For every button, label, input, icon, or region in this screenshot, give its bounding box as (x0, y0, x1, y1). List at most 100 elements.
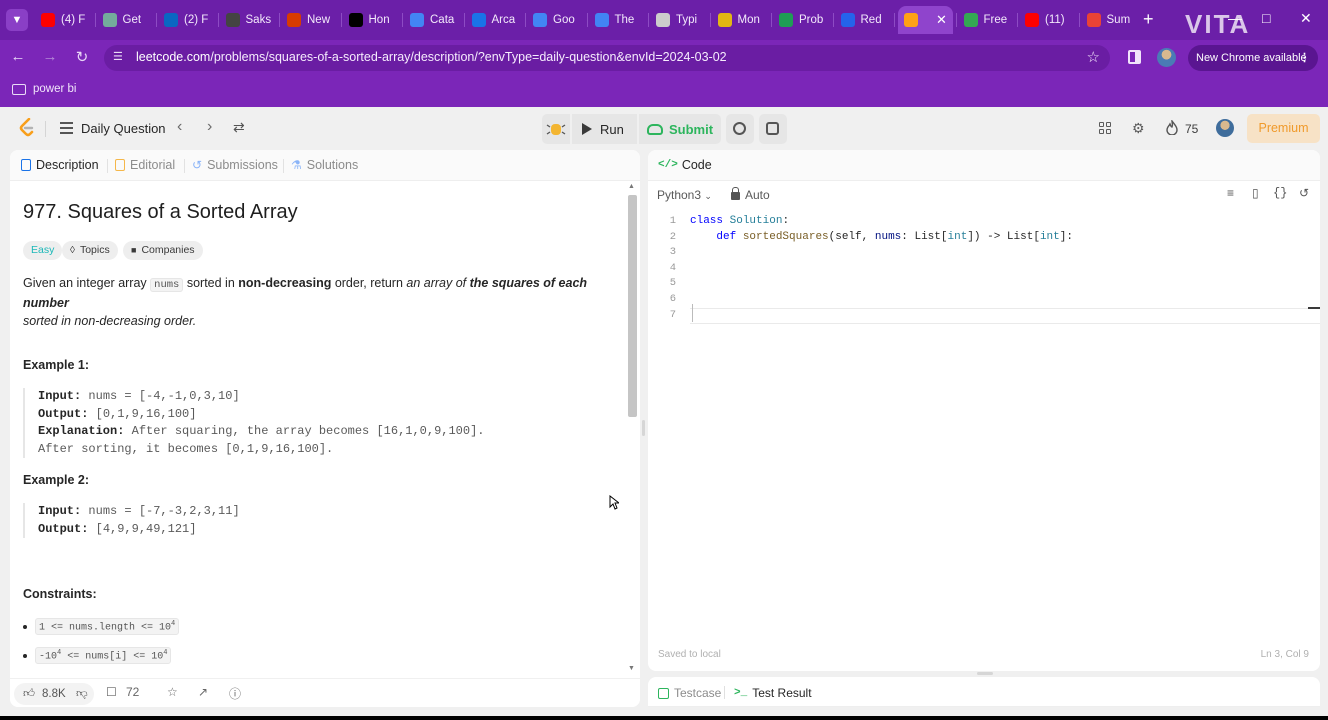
bookmark-star-icon[interactable]: ☆ (1087, 48, 1100, 66)
side-panel-icon[interactable] (1128, 50, 1141, 64)
browser-tab[interactable]: Goo (529, 8, 575, 32)
play-icon (582, 123, 592, 135)
tab-search-icon[interactable]: ▼ (6, 9, 28, 31)
code-brackets-icon: </> (658, 159, 678, 171)
layout-grid-icon[interactable] (1099, 122, 1112, 135)
scrollbar-thumb[interactable] (628, 195, 637, 417)
cursor-position: Ln 3, Col 9 (1260, 649, 1309, 660)
browser-tab[interactable]: Sum (1083, 8, 1130, 32)
thumbs-up-icon[interactable]: 👍︎ (23, 683, 35, 705)
new-icon (287, 13, 301, 27)
bookmark-power-bi[interactable]: power bi (33, 83, 76, 95)
tab-test-result[interactable]: >_ Test Result (734, 686, 812, 700)
browser-tab[interactable]: (11) (1021, 8, 1065, 32)
url-field[interactable]: ☰ leetcode.com/problems/squares-of-a-sor… (104, 45, 1110, 71)
browser-tab-label: (2) F (184, 14, 209, 26)
leetcode-logo-icon[interactable] (18, 118, 36, 138)
browser-tab[interactable]: Free (960, 8, 1007, 32)
forward-icon[interactable]: → (40, 48, 60, 65)
chatgpt-icon (102, 13, 117, 27)
browser-tab[interactable]: Cata (406, 8, 454, 32)
new-tab-icon[interactable]: + (1143, 8, 1154, 30)
tab-editorial[interactable]: Editorial (115, 158, 175, 172)
braces-icon[interactable]: {} (1273, 186, 1287, 200)
prev-problem-icon[interactable]: ‹ (177, 118, 182, 136)
comment-icon[interactable]: ☐ (106, 685, 117, 699)
help-icon[interactable]: ⓘ (229, 685, 241, 702)
browser-tab[interactable]: (4) F (37, 8, 85, 32)
scroll-down-icon[interactable]: ▼ (628, 665, 635, 672)
problem-list-icon[interactable] (60, 122, 73, 134)
run-button[interactable]: Run (572, 114, 637, 144)
shuffle-icon[interactable]: ⇄ (233, 119, 245, 136)
submit-button[interactable]: Submit (639, 114, 721, 144)
folder-icon (12, 84, 26, 95)
browser-tab[interactable]: The (591, 8, 634, 32)
more-menu-icon[interactable]: ⋮ (1299, 45, 1310, 71)
streak-fire-icon[interactable] (1166, 120, 1178, 135)
timer-button[interactable] (726, 114, 754, 144)
close-tab-icon[interactable]: ✕ (936, 12, 947, 28)
browser-tab[interactable]: New (283, 8, 330, 32)
nav-divider (45, 121, 46, 137)
premium-button[interactable]: Premium (1247, 114, 1320, 143)
code-editor[interactable]: 1 2 3 4 5 6 7 class Solution: def sorted… (648, 213, 1320, 648)
code-keyword: def (716, 231, 737, 243)
profile-avatar[interactable] (1157, 48, 1176, 67)
browser-tab[interactable]: Arca (468, 8, 515, 32)
line-number: 3 (669, 246, 676, 258)
user-avatar[interactable] (1216, 119, 1234, 137)
tab-description[interactable]: Description (21, 158, 99, 172)
back-icon[interactable]: ← (8, 48, 28, 65)
browser-tab[interactable]: Saks (222, 8, 271, 32)
next-problem-icon[interactable]: › (207, 118, 212, 136)
code-text: ]: (1059, 231, 1073, 243)
browser-tab[interactable]: Get (99, 8, 141, 32)
favorite-star-icon[interactable]: ☆ (167, 685, 178, 699)
browser-tab[interactable]: (2) F (160, 8, 208, 32)
settings-gear-icon[interactable]: ⚙ (1132, 120, 1145, 137)
code-line-1: class Solution: (690, 215, 789, 227)
tab-submissions-label: Submissions (207, 158, 278, 172)
companies-tag[interactable]: ■ Companies (123, 241, 203, 260)
description-scrollbar[interactable]: ▲ ▼ (627, 183, 637, 676)
notes-button[interactable] (759, 114, 787, 144)
site-info-icon[interactable]: ☰ (113, 50, 129, 66)
reload-icon[interactable]: ↻ (72, 48, 92, 66)
code-line-2: def sortedSquares(self, nums: List[int])… (690, 231, 1073, 243)
desc-bold-1: non-decreasing (238, 276, 332, 290)
daily-question-link[interactable]: Daily Question (81, 121, 166, 136)
topics-tag[interactable]: ◊ Topics (62, 241, 118, 260)
browser-tab[interactable]: Mon (714, 8, 760, 32)
tab-divider (94, 13, 96, 27)
tab-submissions[interactable]: ↺ Submissions (192, 158, 278, 172)
browser-tab[interactable]: Typi (652, 8, 697, 32)
minimize-icon[interactable]: — (1228, 10, 1242, 26)
tab-testcase[interactable]: Testcase (658, 686, 721, 700)
tab-divider (340, 13, 342, 27)
browser-tab[interactable]: Prob (775, 8, 823, 32)
debug-button[interactable] (542, 114, 570, 144)
close-window-icon[interactable]: ✕ (1300, 10, 1312, 27)
autocomplete-mode[interactable]: Auto (731, 187, 770, 202)
thumbs-down-icon[interactable]: 👎︎ (76, 683, 88, 705)
panel-resize-handle[interactable] (642, 420, 645, 436)
panel-resize-handle[interactable] (977, 672, 993, 675)
maximize-icon[interactable]: □ (1262, 10, 1270, 26)
tab-divider (832, 13, 834, 27)
browser-tab[interactable]: Hon (345, 8, 390, 32)
browser-tab[interactable]: Red (837, 8, 882, 32)
line-number: 6 (669, 293, 676, 305)
tab-divider (525, 13, 526, 27)
scroll-up-icon[interactable]: ▲ (628, 183, 635, 190)
tab-code[interactable]: </> Code (658, 158, 712, 172)
format-icon[interactable]: ≡ (1227, 186, 1234, 200)
mode-value: Auto (745, 188, 770, 202)
tab-solutions[interactable]: ⚗ Solutions (291, 158, 358, 172)
reset-code-icon[interactable]: ↺ (1299, 186, 1309, 200)
bookmark-icon[interactable]: ▯ (1252, 186, 1259, 200)
share-icon[interactable]: ↗ (198, 685, 208, 699)
language-select[interactable]: Python3 ⌄ (657, 188, 712, 202)
browser-tab[interactable]: ✕ (898, 6, 953, 34)
chrome-update-button[interactable]: New Chrome available ⋮ (1188, 45, 1318, 71)
